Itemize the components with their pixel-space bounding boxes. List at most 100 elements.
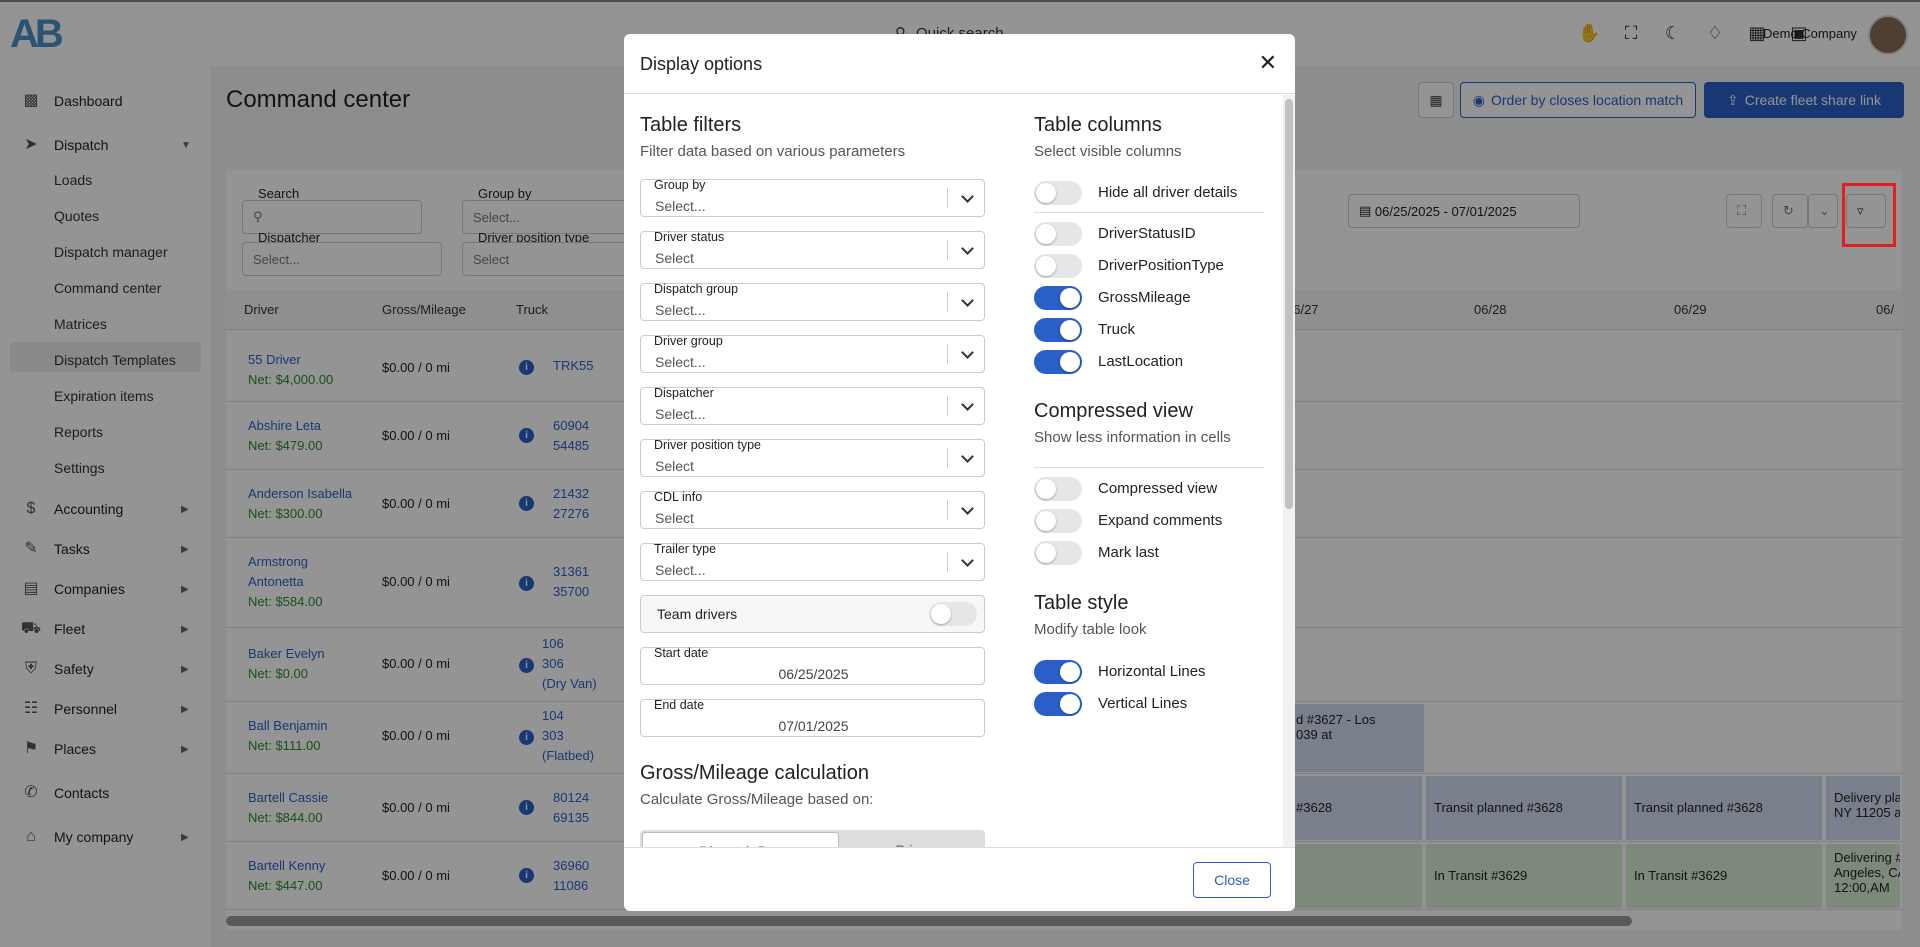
driver-status-id-toggle[interactable] <box>1034 222 1082 246</box>
select-divider <box>947 240 948 260</box>
driver-position-type-toggle[interactable] <box>1034 254 1082 278</box>
price-option[interactable]: Price <box>840 832 983 847</box>
cdl-info-select[interactable]: CDL info Select <box>640 490 985 529</box>
modal-header: Display options ✕ <box>624 34 1295 94</box>
hide-all-driver-details-toggle[interactable] <box>1034 181 1082 205</box>
toggle-knob <box>1060 694 1080 714</box>
table-filters-title: Table filters <box>640 114 742 136</box>
toggle-label: Truck <box>1098 321 1135 338</box>
select-divider <box>947 552 948 572</box>
gross-mileage-title: Gross/Mileage calculation <box>640 762 869 784</box>
toggle-knob <box>1036 511 1056 531</box>
dispatch-pay-option[interactable]: Dispatch Pay <box>642 832 839 847</box>
mark-last-toggle[interactable] <box>1034 541 1082 565</box>
close-button[interactable]: Close <box>1193 862 1271 898</box>
table-columns-subtitle: Select visible columns <box>1034 143 1182 160</box>
modal-scrollbar[interactable] <box>1283 95 1295 847</box>
end-date-field[interactable]: End date 07/01/2025 <box>640 698 985 737</box>
select-divider <box>947 396 948 416</box>
toggle-knob <box>1036 256 1056 276</box>
driver-status-select[interactable]: Driver status Select <box>640 230 985 269</box>
chevron-down-icon <box>961 450 974 463</box>
end-date-value: 07/01/2025 <box>778 718 849 734</box>
select-label: Driver status <box>654 230 725 244</box>
chevron-down-icon <box>961 346 974 359</box>
toggle-knob <box>1036 479 1056 499</box>
column-row: DriverStatusID <box>1034 222 1274 246</box>
modal-body: Table filters Filter data based on vario… <box>624 95 1295 847</box>
compressed-row: Expand comments <box>1034 509 1274 533</box>
toggle-label: LastLocation <box>1098 353 1184 370</box>
divider <box>1034 212 1264 213</box>
horizontal-lines-toggle[interactable] <box>1034 660 1082 684</box>
trailer-type-select[interactable]: Trailer type Select... <box>640 542 985 581</box>
team-drivers-toggle[interactable] <box>929 602 977 626</box>
select-divider <box>947 188 948 208</box>
divider <box>1034 467 1264 468</box>
team-drivers-label: Team drivers <box>657 606 738 622</box>
toggle-knob <box>1036 183 1056 203</box>
select-value: Select... <box>655 302 706 318</box>
start-date-label: Start date <box>654 646 709 660</box>
toggle-label: DriverStatusID <box>1098 225 1196 242</box>
table-columns-title: Table columns <box>1034 114 1162 136</box>
select-divider <box>947 448 948 468</box>
toggle-knob <box>1036 543 1056 563</box>
select-value: Select <box>655 510 694 526</box>
select-label: Driver group <box>654 334 723 348</box>
table-filters-subtitle: Filter data based on various parameters <box>640 143 906 160</box>
column-row: DriverPositionType <box>1034 254 1274 278</box>
toggle-knob <box>1060 288 1080 308</box>
hide-all-driver-details-row: Hide all driver details <box>1034 181 1274 205</box>
toggle-knob <box>1036 224 1056 244</box>
select-value: Select... <box>655 354 706 370</box>
scrollbar-thumb[interactable] <box>1285 99 1293 509</box>
gross-mileage-subtitle: Calculate Gross/Mileage based on: <box>640 791 874 808</box>
toggle-label: Mark last <box>1098 544 1159 561</box>
toggle-knob <box>1060 662 1080 682</box>
dispatcher-select[interactable]: Dispatcher Select... <box>640 386 985 425</box>
driver-group-select[interactable]: Driver group Select... <box>640 334 985 373</box>
gross-mileage-segmented: Dispatch Pay Price <box>640 830 985 847</box>
truck-toggle[interactable] <box>1034 318 1082 342</box>
chevron-down-icon <box>961 242 974 255</box>
select-label: Driver position type <box>654 438 761 452</box>
last-location-toggle[interactable] <box>1034 350 1082 374</box>
select-divider <box>947 292 948 312</box>
gross-mileage-toggle[interactable] <box>1034 286 1082 310</box>
display-options-highlight <box>1842 183 1896 247</box>
select-label: CDL info <box>654 490 703 504</box>
table-style-title: Table style <box>1034 592 1129 614</box>
column-row: Truck <box>1034 318 1274 342</box>
display-options-modal: Display options ✕ Table filters Filter d… <box>624 34 1295 911</box>
compressed-view-toggle[interactable] <box>1034 477 1082 501</box>
toggle-label: Horizontal Lines <box>1098 663 1206 680</box>
chevron-down-icon <box>961 190 974 203</box>
select-label: Dispatcher <box>654 386 714 400</box>
toggle-knob <box>1060 320 1080 340</box>
select-label: Dispatch group <box>654 282 739 296</box>
select-label: Trailer type <box>654 542 717 556</box>
toggle-knob <box>931 604 951 624</box>
select-value: Select... <box>655 198 706 214</box>
chevron-down-icon <box>961 554 974 567</box>
toggle-label: Compressed view <box>1098 480 1218 497</box>
style-row: Vertical Lines <box>1034 692 1274 716</box>
column-row: GrossMileage <box>1034 286 1274 310</box>
modal-title: Display options <box>640 54 763 74</box>
modal-footer: Close <box>624 847 1295 911</box>
toggle-label: Hide all driver details <box>1098 184 1238 201</box>
expand-comments-toggle[interactable] <box>1034 509 1082 533</box>
select-label: Group by <box>654 178 706 192</box>
style-row: Horizontal Lines <box>1034 660 1274 684</box>
group-by-select[interactable]: Group by Select... <box>640 178 985 217</box>
chevron-down-icon <box>961 502 974 515</box>
dispatch-group-select[interactable]: Dispatch group Select... <box>640 282 985 321</box>
vertical-lines-toggle[interactable] <box>1034 692 1082 716</box>
chevron-down-icon <box>961 294 974 307</box>
toggle-label: Vertical Lines <box>1098 695 1188 712</box>
toggle-label: GrossMileage <box>1098 289 1191 306</box>
close-icon[interactable]: ✕ <box>1259 50 1277 76</box>
start-date-field[interactable]: Start date 06/25/2025 <box>640 646 985 685</box>
driver-position-type-select[interactable]: Driver position type Select <box>640 438 985 477</box>
